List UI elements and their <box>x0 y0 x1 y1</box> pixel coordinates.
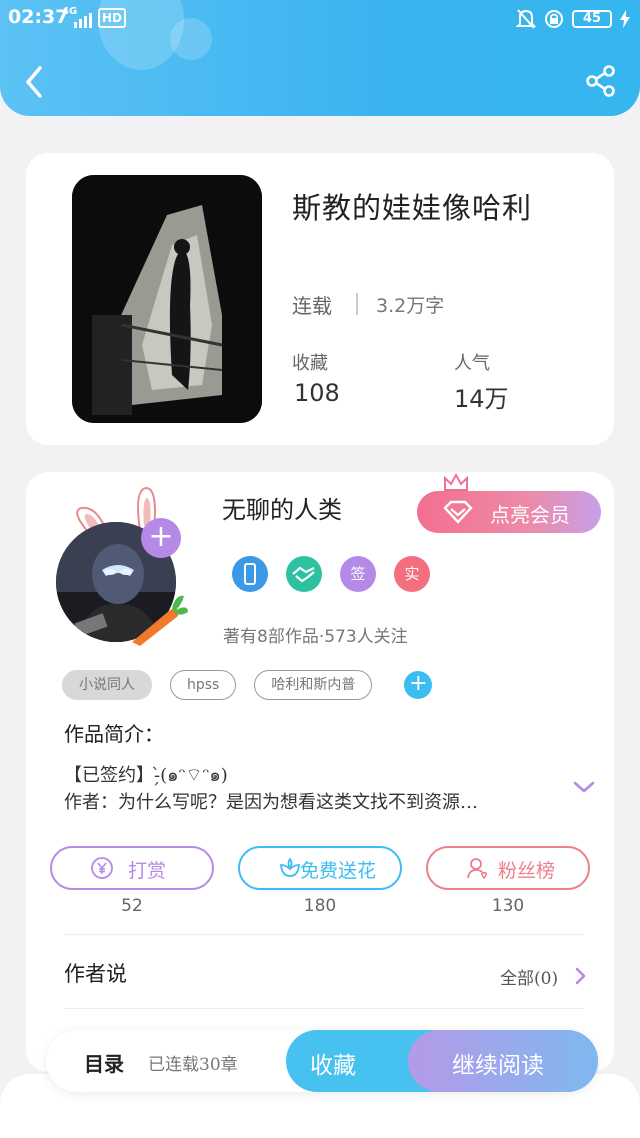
book-status: 连载 <box>292 294 332 318</box>
book-word-count: 3.2万字 <box>376 295 445 317</box>
divider <box>64 934 584 935</box>
continue-reading-label: 继续阅读 <box>452 1053 544 1079</box>
book-title: 斯教的娃娃像哈利 <box>292 191 533 225</box>
status-time: 02:37 <box>8 6 69 28</box>
book-cover-image[interactable] <box>72 175 262 423</box>
tip-label: 打赏 <box>128 860 167 882</box>
favorites-value: 108 <box>294 379 340 407</box>
charging-icon <box>620 10 630 28</box>
bottom-action-bar: 目录 已连载30章 收藏 继续阅读 <box>46 1030 598 1092</box>
add-tag-button[interactable]: + <box>404 671 433 699</box>
author-card: + 无聊的人类 点亮会员 签 实 著有8部作品·573人关注 小说同人 hpss… <box>26 472 614 1072</box>
tag-item[interactable]: hpss <box>170 670 237 700</box>
fans-icon <box>467 858 488 880</box>
toc-chapter-count: 已连载30章 <box>148 1055 238 1075</box>
tag-list: 小说同人 hpss 哈利和斯内普 + <box>62 670 433 700</box>
verified-badge: 实 <box>394 556 430 592</box>
tag-item[interactable]: 小说同人 <box>62 670 152 700</box>
fan-rank-label: 粉丝榜 <box>498 860 556 882</box>
hd-label: HD <box>98 8 127 28</box>
author-meta: 著有8部作品·573人关注 <box>223 627 408 647</box>
share-icon[interactable] <box>584 64 618 98</box>
toc-button[interactable]: 目录 <box>84 1048 124 1077</box>
signal-icon <box>74 13 92 28</box>
flower-icon <box>280 857 300 877</box>
diamond-icon <box>443 500 473 524</box>
send-flower-label: 免费送花 <box>300 860 377 882</box>
vip-activate-button[interactable]: 点亮会员 <box>417 491 601 533</box>
status-bar: 02:37 4G HD 45 <box>0 4 640 32</box>
handshake-badge-icon <box>286 556 322 592</box>
intro-line-2: 作者：为什么写呢？是因为想看这类文找不到资源… <box>64 792 478 813</box>
fan-rank-count: 130 <box>491 896 525 916</box>
mute-bell-icon <box>516 9 536 29</box>
divider <box>64 1008 584 1009</box>
intro-line-1: 【已签约】-̗̀(๑ᵔ⌔ᵔ๑) <box>64 765 228 786</box>
chevron-right-icon[interactable] <box>574 966 586 986</box>
fan-rank-button[interactable]: 粉丝榜 <box>426 846 590 890</box>
top-header: 02:37 4G HD 45 <box>0 0 640 116</box>
flower-count: 180 <box>303 896 337 916</box>
author-say-all-link[interactable]: 全部(0) <box>500 964 558 989</box>
intro-title: 作品简介： <box>64 722 164 746</box>
divider <box>356 293 358 315</box>
signed-badge: 签 <box>340 556 376 592</box>
chevron-down-icon[interactable] <box>572 778 596 796</box>
cover-artwork <box>72 175 262 423</box>
carrot-icon <box>132 595 188 646</box>
tag-item[interactable]: 哈利和斯内普 <box>254 670 373 700</box>
author-say-title: 作者说 <box>64 962 127 986</box>
favorite-label: 收藏 <box>310 1053 356 1079</box>
tip-button[interactable]: 打赏 <box>50 846 214 890</box>
tip-count: 52 <box>121 896 143 916</box>
author-name: 无聊的人类 <box>222 496 342 524</box>
phone-badge-icon <box>232 556 268 592</box>
follow-plus-button[interactable]: + <box>141 518 181 558</box>
author-badges: 签 实 <box>232 556 430 592</box>
book-info-card: 斯教的娃娃像哈利 连载 3.2万字 收藏 108 人气 14万 <box>26 153 614 445</box>
lock-rotation-icon <box>545 10 563 28</box>
popularity-value: 14万 <box>454 385 509 413</box>
continue-reading-button[interactable]: 继续阅读 <box>408 1030 598 1092</box>
popularity-label: 人气 <box>454 353 490 374</box>
vip-button-label: 点亮会员 <box>490 503 570 527</box>
back-arrow-icon[interactable] <box>20 62 50 102</box>
yen-icon <box>91 857 113 879</box>
status-right: 45 <box>516 8 630 30</box>
favorites-label: 收藏 <box>292 353 328 374</box>
send-flower-button[interactable]: 免费送花 <box>238 846 402 890</box>
battery-indicator: 45 <box>572 10 612 28</box>
